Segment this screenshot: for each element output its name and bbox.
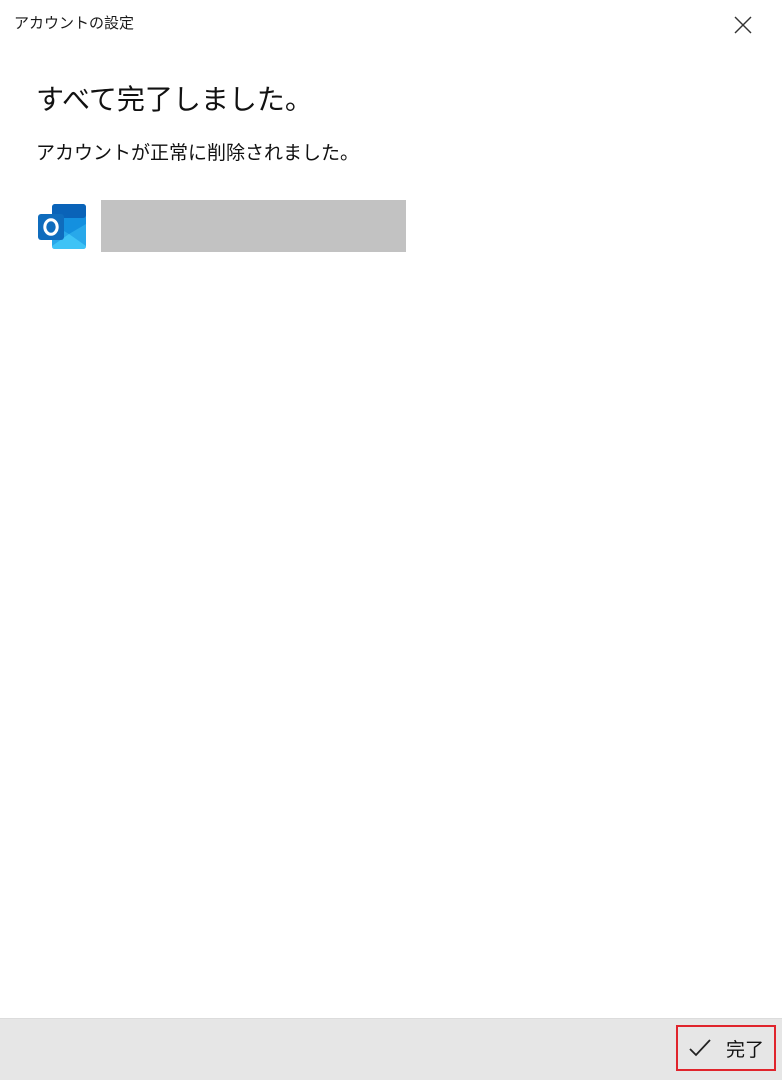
outlook-icon — [36, 200, 88, 252]
content-area: すべて完了しました。 アカウントが正常に削除されました。 — [36, 80, 736, 166]
done-button[interactable]: 完了 — [676, 1025, 776, 1071]
window-title: アカウントの設定 — [14, 14, 135, 32]
checkmark-icon — [689, 1039, 711, 1057]
footer-bar: 完了 — [0, 1018, 782, 1080]
done-button-label: 完了 — [725, 1038, 764, 1061]
close-icon — [734, 16, 752, 34]
close-button[interactable] — [720, 6, 766, 44]
page-heading: すべて完了しました。 — [36, 83, 313, 116]
status-message: アカウントが正常に削除されました。 — [36, 142, 360, 164]
title-bar: アカウントの設定 — [0, 0, 782, 48]
account-row — [36, 200, 406, 252]
account-settings-dialog: アカウントの設定 すべて完了しました。 アカウントが正常に削除されました。 完了 — [0, 0, 782, 1080]
redacted-account-name — [101, 200, 406, 252]
